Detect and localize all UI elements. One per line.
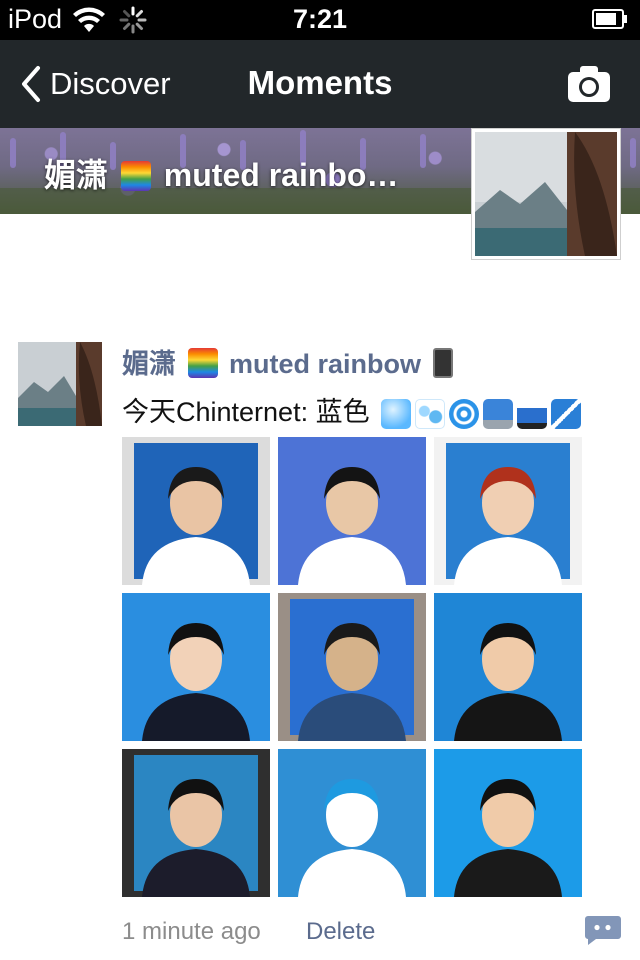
photo-grid xyxy=(122,437,582,897)
avatar-landscape-image xyxy=(475,132,617,256)
mobile-phone-icon xyxy=(432,348,453,378)
status-bar: iPod 7:21 xyxy=(0,0,640,40)
post-text: 今天Chinternet: 蓝色 xyxy=(122,390,582,429)
photo-thumbnail[interactable] xyxy=(122,593,270,741)
clock: 7:21 xyxy=(292,4,348,34)
portrait-photo xyxy=(434,437,582,585)
photo-thumbnail[interactable] xyxy=(434,437,582,585)
portrait-photo xyxy=(122,437,270,585)
comment-bubble-icon[interactable] xyxy=(584,914,622,946)
droplets-icon xyxy=(415,398,446,429)
portrait-photo xyxy=(434,593,582,741)
rainbow-icon xyxy=(187,348,218,378)
photo-thumbnail[interactable] xyxy=(278,593,426,741)
portrait-photo xyxy=(278,749,426,897)
photo-thumbnail[interactable] xyxy=(122,437,270,585)
photo-thumbnail[interactable] xyxy=(278,749,426,897)
rainbow-icon xyxy=(120,161,151,191)
battery-icon xyxy=(592,9,627,29)
portrait-photo xyxy=(122,749,270,897)
photo-thumbnail[interactable] xyxy=(122,749,270,897)
navigation-bar: Discover Moments xyxy=(0,40,640,128)
portrait-photo xyxy=(434,749,582,897)
camera-icon[interactable] xyxy=(566,64,612,104)
profile-avatar[interactable] xyxy=(471,128,621,260)
photo-thumbnail[interactable] xyxy=(434,749,582,897)
photo-thumbnail[interactable] xyxy=(278,437,426,585)
delete-button[interactable]: Delete xyxy=(306,918,375,946)
portrait-photo xyxy=(278,437,426,585)
no-signal-icon xyxy=(551,398,582,429)
page-title: Moments xyxy=(247,64,393,101)
computer-icon xyxy=(483,398,514,429)
author-avatar-image xyxy=(18,342,102,426)
post-emoji-row xyxy=(381,398,582,429)
post-author-avatar[interactable] xyxy=(18,342,102,426)
portrait-photo xyxy=(278,593,426,741)
cyclone-icon xyxy=(449,398,480,429)
gem-icon xyxy=(381,398,412,429)
photo-thumbnail[interactable] xyxy=(434,593,582,741)
post-timestamp: 1 minute ago xyxy=(122,918,261,945)
cover-username: 媚潇 muted rainbo… xyxy=(44,157,399,193)
portrait-photo xyxy=(122,593,270,741)
post-author-name[interactable]: 媚潇 muted rainbow xyxy=(122,342,457,381)
car-icon xyxy=(517,398,548,429)
